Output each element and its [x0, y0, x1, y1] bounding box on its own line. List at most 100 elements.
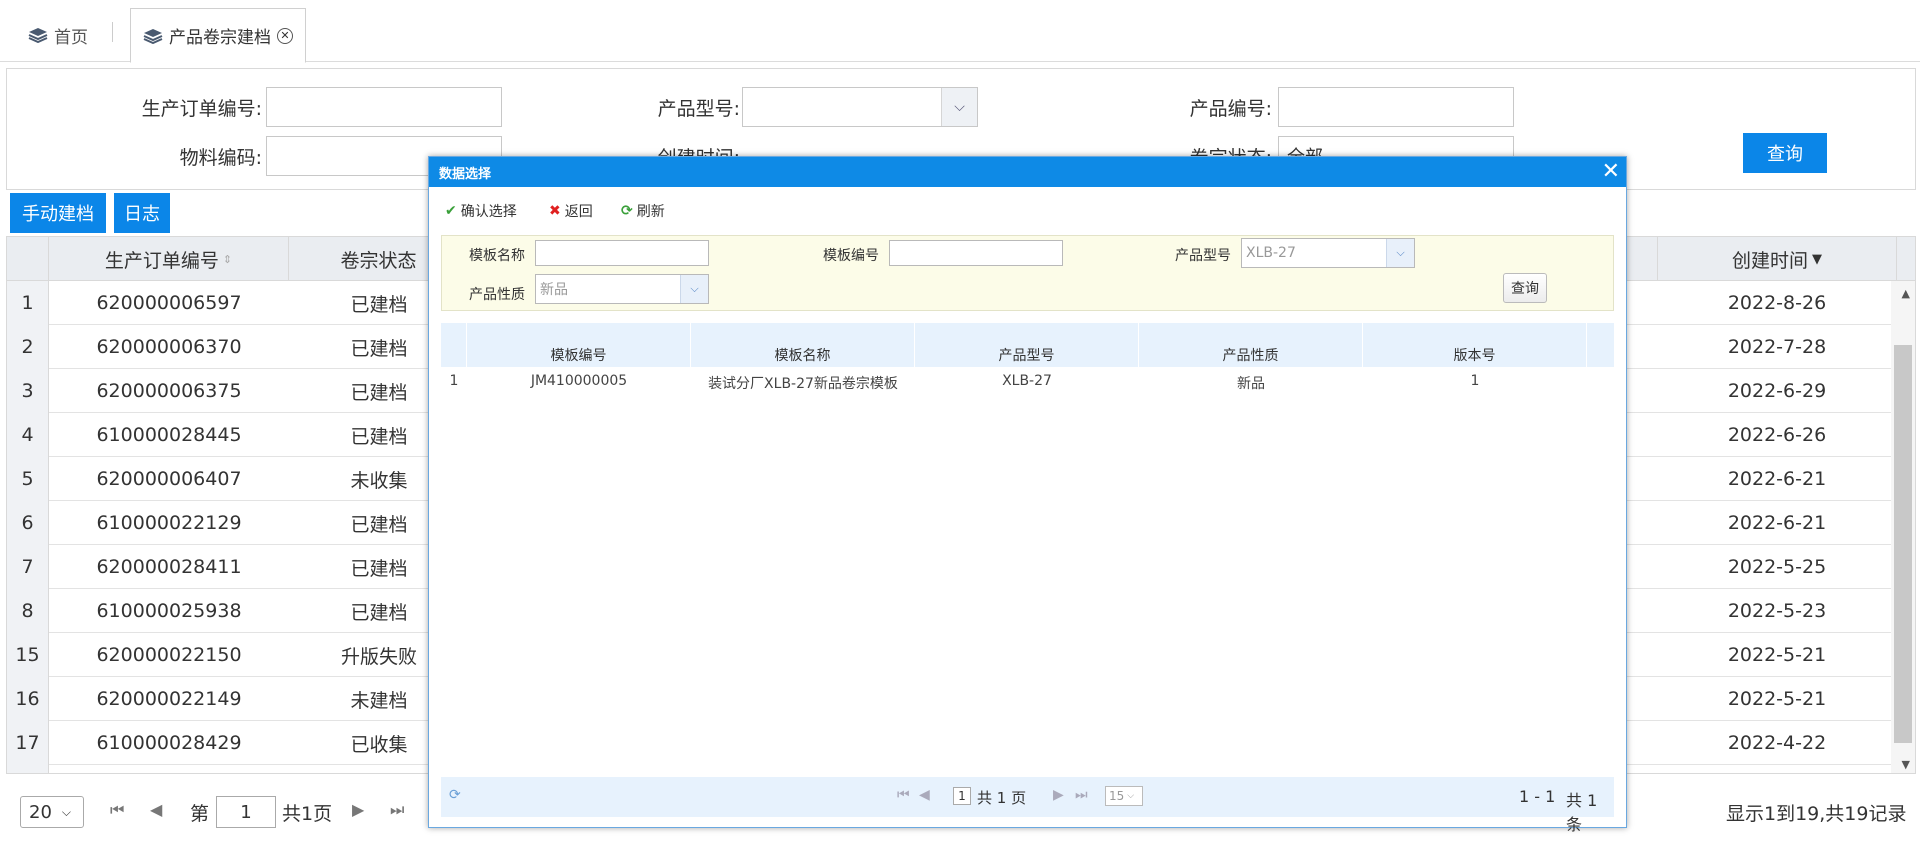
tab-product-archive[interactable]: 产品卷宗建档 ✕ [130, 8, 306, 63]
row-number: 1 [449, 373, 459, 389]
product-nature-select[interactable]: 新品 ⌵ [535, 274, 709, 304]
next-page-icon[interactable]: ▶ [352, 800, 364, 819]
next-page-icon[interactable]: ▶ [1053, 787, 1064, 803]
create-time-cell: 2022-4-22 [1727, 732, 1827, 754]
vertical-scrollbar[interactable]: ▲ ▼ [1891, 281, 1915, 773]
last-page-icon[interactable]: ⏭ [1075, 787, 1088, 803]
refresh-label: 刷新 [636, 204, 665, 220]
reload-icon[interactable]: ⟳ [449, 787, 461, 803]
tab-bar: 首页 产品卷宗建档 ✕ [0, 0, 1920, 63]
dialog-page-size-value: 15 [1109, 789, 1125, 803]
create-time-cell: 2022-5-23 [1727, 600, 1827, 622]
product-model-label: 产品型号: [657, 98, 740, 120]
back-button[interactable]: ✖ 返回 [549, 201, 593, 221]
check-icon: ✔ [445, 203, 457, 219]
dialog-model-label: 产品型号 [1175, 248, 1231, 264]
order-no-cell: 620000006597 [96, 292, 242, 314]
tab-home-label: 首页 [54, 27, 88, 48]
template-no-input[interactable] [889, 240, 1063, 266]
refresh-icon: ⟳ [621, 203, 633, 219]
order-no-cell: 610000028429 [96, 732, 242, 754]
template-table-header: 模板编号 模板名称 产品型号 产品性质 版本号 [441, 323, 1614, 367]
template-name-cell: 装试分厂XLB-27新品卷宗模板 [708, 376, 898, 392]
confirm-select-button[interactable]: ✔ 确认选择 [445, 201, 517, 221]
product-nature-cell: 新品 [1237, 376, 1265, 392]
record-summary: 显示1到19,共19记录 [1726, 803, 1907, 825]
first-page-icon[interactable]: ⏮ [110, 800, 124, 820]
row-number: 16 [7, 677, 49, 721]
page-size-select[interactable]: 20 ⌵ [20, 796, 84, 828]
column-header-product-model[interactable]: 产品型号 [915, 345, 1139, 367]
dialog-pager: ⟳ ⏮ ◀ 1 共 1 页 ▶ ⏭ 15 ⌵ 1 - 1 共 1 条 [441, 777, 1614, 834]
column-header-label: 卷宗状态 [340, 249, 417, 272]
dialog-query-button[interactable]: 查询 [1503, 273, 1547, 303]
dialog-record-range: 1 - 1 [1519, 787, 1556, 806]
create-time-cell: 2022-8-26 [1727, 292, 1827, 314]
order-no-cell: 620000011429 [49, 765, 289, 773]
row-number: 6 [7, 501, 49, 545]
first-page-icon[interactable]: ⏮ [897, 787, 910, 803]
create-time-cell: 2022-7-28 [1727, 336, 1827, 358]
sort-icon: ⇕ [222, 252, 233, 266]
template-no-cell: JM410000005 [530, 373, 628, 389]
previous-page-icon[interactable]: ◀ [919, 787, 930, 803]
create-time-cell: 2022-5-21 [1727, 688, 1827, 710]
column-header-label: 创建时间 [1731, 249, 1808, 272]
page-number-input[interactable]: 1 [953, 787, 971, 805]
x-icon: ✖ [549, 203, 561, 219]
column-header-create-time[interactable]: 创建时间 ▼ [1657, 237, 1897, 281]
row-number: 7 [7, 545, 49, 589]
product-model-cell: XLB-27 [1002, 373, 1052, 389]
page-size-value: 20 [29, 801, 52, 823]
previous-page-icon[interactable]: ◀ [150, 800, 162, 819]
close-icon[interactable]: ✕ [277, 27, 293, 44]
template-name-input[interactable] [535, 240, 709, 266]
create-time-cell: 2022-4-21 [1657, 765, 1897, 773]
template-no-label: 模板编号 [823, 248, 879, 264]
row-number-header [7, 237, 49, 281]
create-time-cell: 2022-5-21 [1727, 644, 1827, 666]
close-icon[interactable]: ✕ [1602, 159, 1620, 184]
log-button[interactable]: 日志 [114, 193, 170, 233]
product-model-select[interactable]: ⌵ [742, 87, 978, 127]
page-number-input[interactable]: 1 [216, 796, 276, 828]
product-no-input[interactable] [1278, 87, 1514, 127]
row-number: 17 [7, 721, 49, 765]
order-no-cell: 610000022129 [96, 512, 242, 534]
dialog-model-select[interactable]: XLB-27 ⌵ [1241, 238, 1415, 268]
product-nature-label: 产品性质 [469, 287, 525, 303]
chevron-down-icon: ⌵ [941, 88, 977, 126]
create-time-cell: 2022-6-26 [1727, 424, 1827, 446]
order-no-label: 生产订单编号: [141, 98, 262, 120]
scroll-up-icon[interactable]: ▲ [1902, 287, 1910, 300]
page-total: 共1页 [282, 803, 333, 825]
order-no-cell: 620000006370 [96, 336, 242, 358]
column-header-version[interactable]: 版本号 [1363, 345, 1587, 367]
chevron-down-icon: ⌵ [61, 804, 72, 819]
create-time-cell: 2022-6-21 [1727, 468, 1827, 490]
create-time-cell: 2022-6-29 [1727, 380, 1827, 402]
order-no-input[interactable] [266, 87, 502, 127]
column-header-template-name[interactable]: 模板名称 [691, 345, 915, 367]
layers-icon [28, 28, 48, 43]
last-page-icon[interactable]: ⏭ [390, 800, 404, 820]
dialog-model-value: XLB-27 [1246, 245, 1296, 261]
version-cell: 1 [1470, 373, 1480, 389]
product-no-label: 产品编号: [1189, 98, 1272, 120]
dialog-page-total: 共 1 页 [977, 789, 1027, 807]
query-button[interactable]: 查询 [1743, 133, 1827, 173]
tab-home[interactable]: 首页 [16, 8, 100, 62]
column-header-template-no[interactable]: 模板编号 [467, 345, 691, 367]
row-number: 4 [7, 413, 49, 457]
dialog-page-size-select[interactable]: 15 ⌵ [1105, 786, 1143, 806]
chevron-down-icon: ⌵ [1386, 239, 1414, 267]
manual-archive-button[interactable]: 手动建档 [10, 193, 106, 233]
dialog-title: 数据选择 [439, 166, 492, 182]
row-number: 15 [7, 633, 49, 677]
column-header-product-nature[interactable]: 产品性质 [1139, 345, 1363, 367]
column-header-order-no[interactable]: 生产订单编号 ⇕ [49, 237, 289, 281]
scroll-down-icon[interactable]: ▼ [1902, 758, 1910, 771]
chevron-down-icon: ⌵ [1127, 791, 1135, 801]
refresh-button[interactable]: ⟳ 刷新 [621, 201, 665, 221]
scroll-thumb[interactable] [1894, 345, 1912, 743]
